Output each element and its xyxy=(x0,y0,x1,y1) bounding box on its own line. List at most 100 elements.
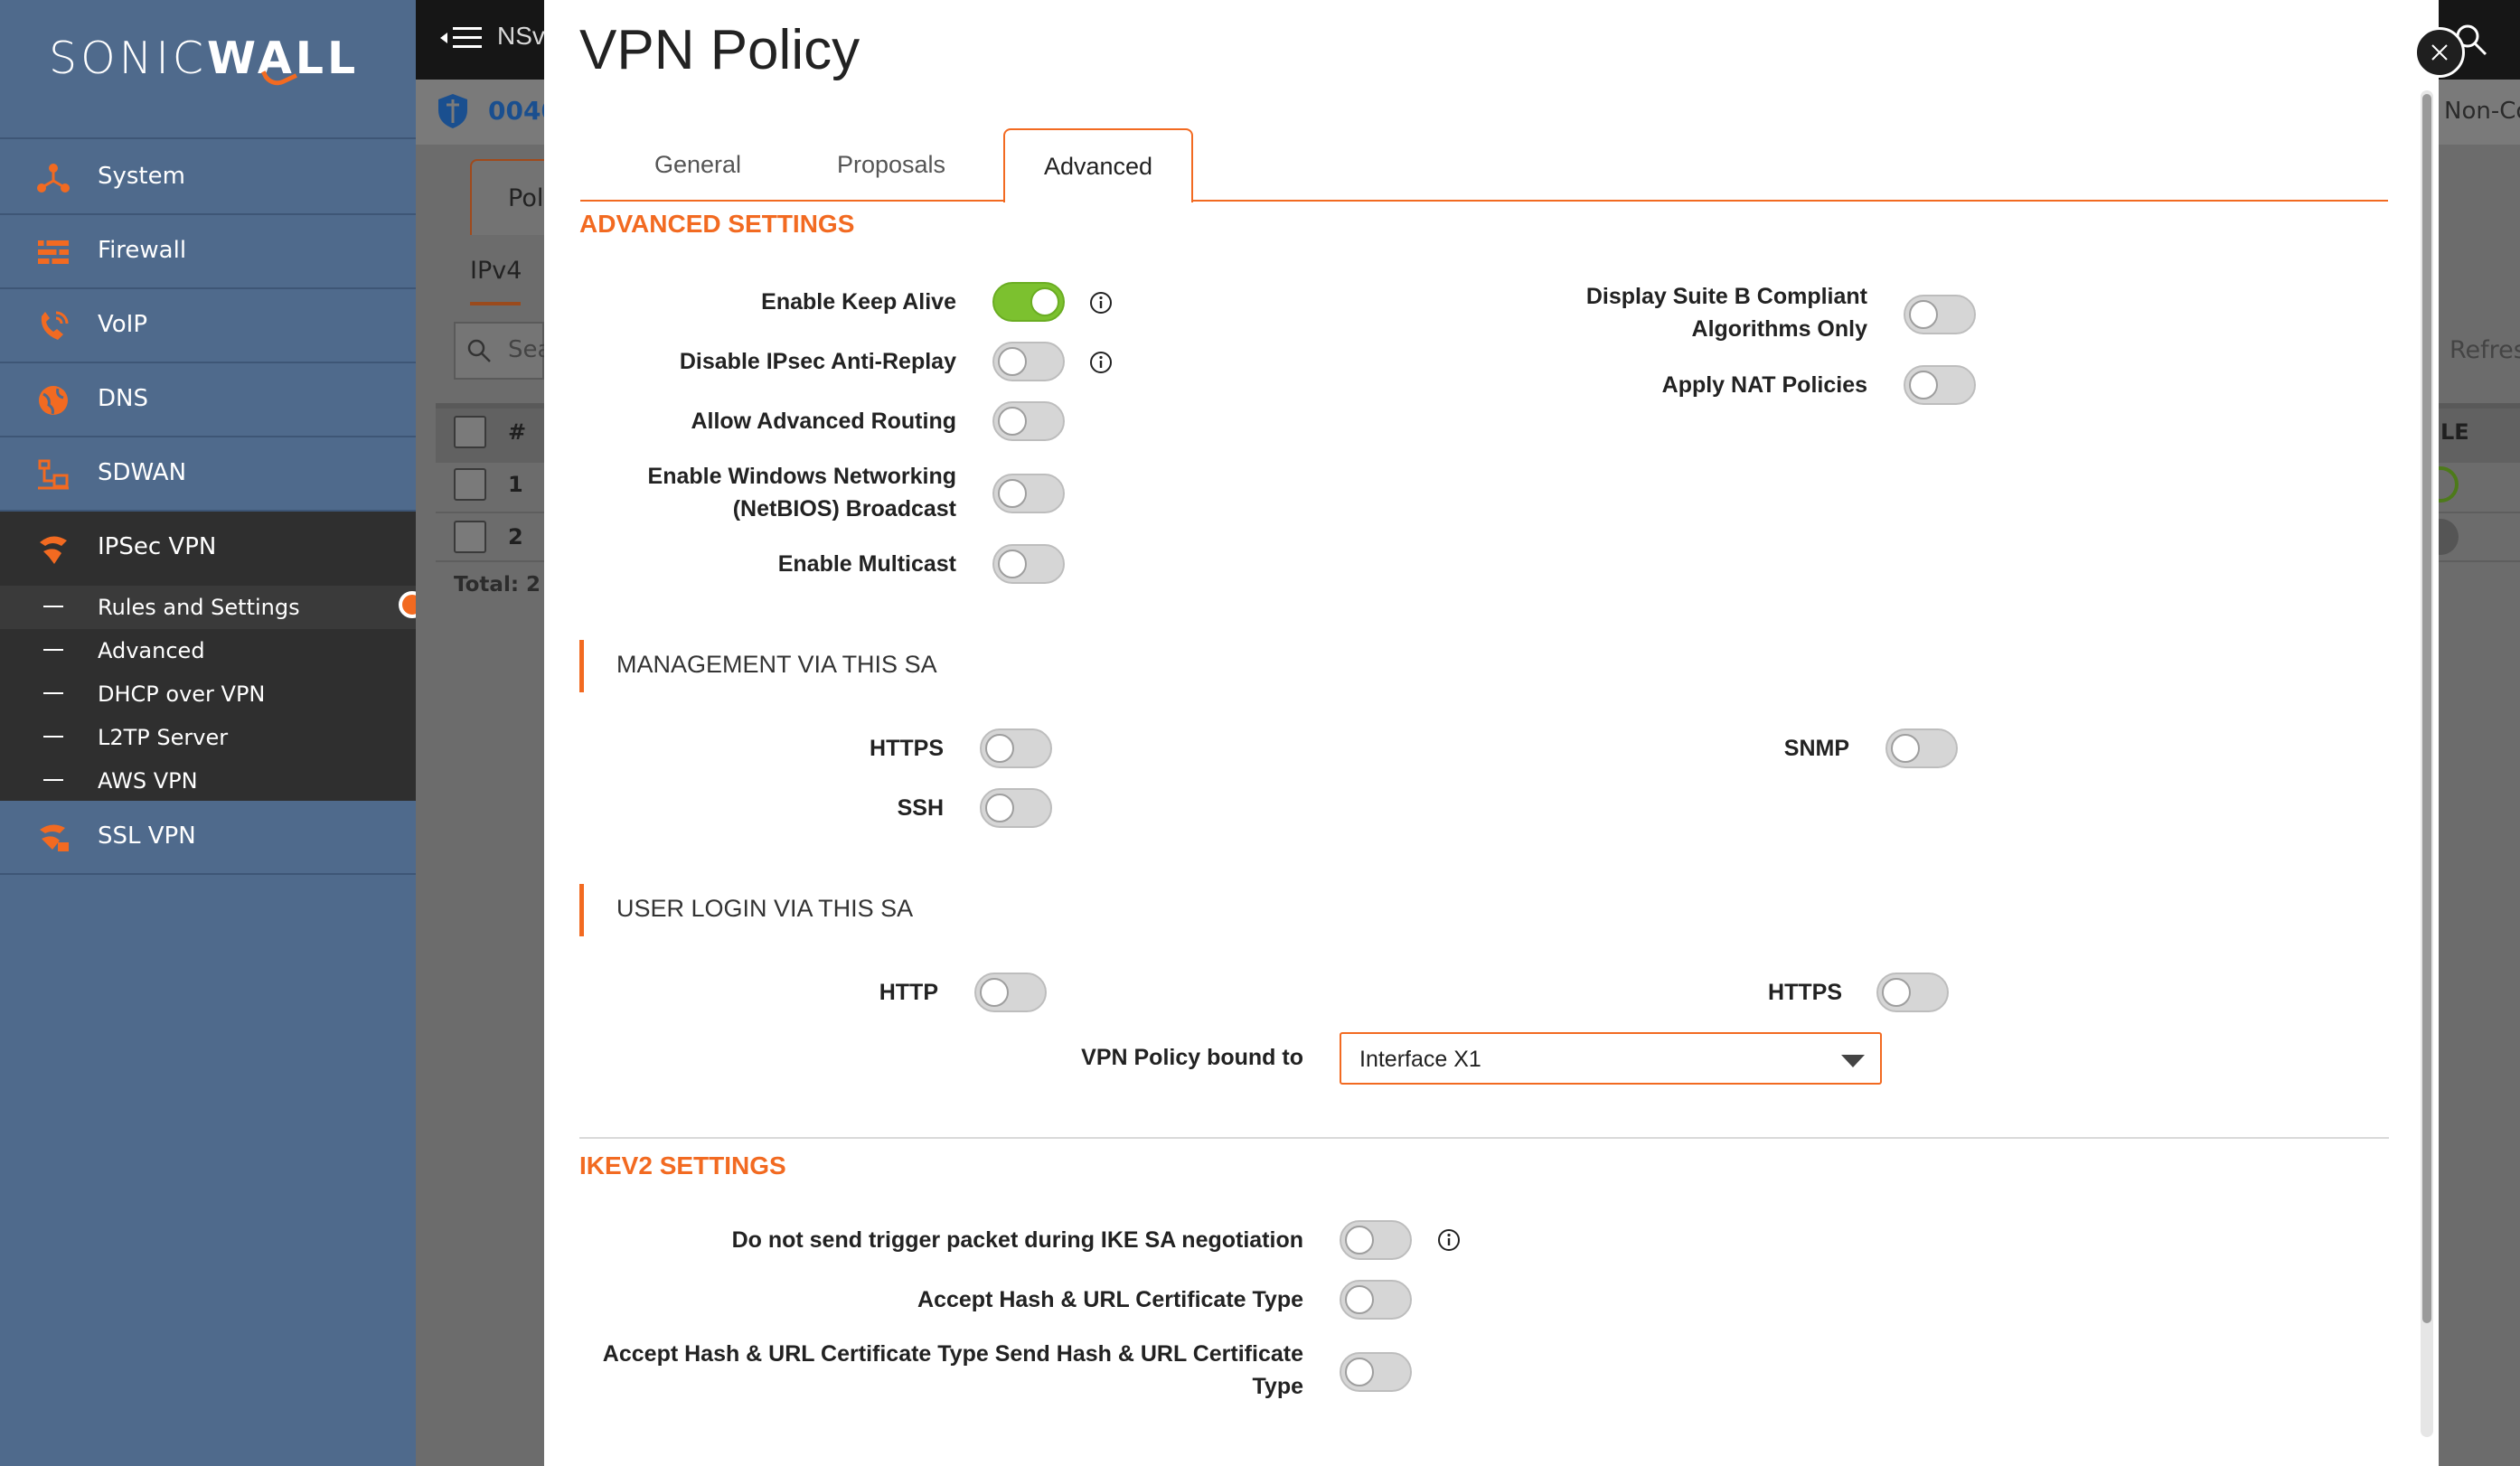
toggle-knob xyxy=(998,479,1027,508)
row-checkbox[interactable] xyxy=(454,521,486,553)
toggle-knob xyxy=(998,550,1027,578)
row-checkbox[interactable] xyxy=(454,468,486,501)
management-snmp-toggle[interactable] xyxy=(1885,728,1958,768)
apply-nat-policies-label: Apply NAT Policies xyxy=(1661,372,1867,398)
dialog-scrollbar-thumb[interactable] xyxy=(2422,94,2431,1323)
toggle-knob xyxy=(1345,1226,1374,1255)
sidebar-item-firewall[interactable]: Firewall xyxy=(0,215,416,289)
enable-multicast-toggle[interactable] xyxy=(992,544,1065,584)
user-login-https-label: HTTPS xyxy=(1768,980,1842,1005)
vpn-policy-bound-value: Interface X1 xyxy=(1359,1047,1481,1072)
row-number: 1 xyxy=(508,472,523,497)
toggle-knob xyxy=(1891,734,1920,763)
send-hash-url-label: Accept Hash & URL Certificate Type Send … xyxy=(603,1338,1303,1403)
sidebar-item-label: IPSec VPN xyxy=(98,533,217,560)
suite-b-compliant-toggle[interactable] xyxy=(1904,295,1976,334)
menu-collapse-icon[interactable] xyxy=(438,23,484,52)
label-line: (NetBIOS) Broadcast xyxy=(732,496,956,522)
network-icon xyxy=(37,164,70,193)
chevron-down-icon xyxy=(1841,1055,1865,1067)
close-icon xyxy=(2431,44,2448,61)
enable-keep-alive-label: Enable Keep Alive xyxy=(761,289,956,315)
tab-advanced[interactable]: Advanced xyxy=(1003,128,1193,202)
tab-policies-label: Pol xyxy=(508,184,544,212)
send-hash-url-toggle[interactable] xyxy=(1340,1352,1412,1392)
sidebar-subitem-rules-and-settings[interactable]: Rules and Settings xyxy=(0,586,416,629)
user-login-https-toggle[interactable] xyxy=(1876,973,1949,1012)
sidebar-item-sdwan[interactable]: SDWAN xyxy=(0,437,416,512)
sidebar-item-label: DNS xyxy=(98,385,148,412)
accept-hash-url-toggle[interactable] xyxy=(1340,1280,1412,1320)
management-ssh-toggle[interactable] xyxy=(980,788,1052,828)
sidebar-item-system[interactable]: System xyxy=(0,141,416,215)
sidebar-item-voip[interactable]: VoIP xyxy=(0,289,416,363)
management-https-label: HTTPS xyxy=(870,736,944,761)
dash-icon xyxy=(43,692,63,694)
tab-general[interactable]: General xyxy=(633,128,763,201)
user-login-http-toggle[interactable] xyxy=(974,973,1047,1012)
no-trigger-packet-toggle[interactable] xyxy=(1340,1220,1412,1260)
sdwan-icon xyxy=(38,459,69,490)
label-line: Algorithms Only xyxy=(1691,316,1867,342)
tab-underline xyxy=(580,200,2388,202)
sidebar-subitem-aws-vpn[interactable]: AWS VPN xyxy=(0,759,416,803)
section-accent-bar xyxy=(579,884,584,936)
management-https-toggle[interactable] xyxy=(980,728,1052,768)
sidebar-item-ipsec-vpn[interactable]: IPSec VPN xyxy=(0,512,416,586)
enable-keep-alive-toggle[interactable] xyxy=(992,282,1065,322)
info-icon[interactable] xyxy=(1089,291,1113,315)
select-all-checkbox[interactable] xyxy=(454,416,486,448)
sidebar-item-label: System xyxy=(98,163,185,190)
label-line: Display Suite B Compliant xyxy=(1585,284,1867,309)
toggle-knob xyxy=(1909,371,1938,399)
label-line: Enable Windows Networking xyxy=(647,464,956,489)
close-button[interactable] xyxy=(2414,27,2465,78)
enable-multicast-label: Enable Multicast xyxy=(777,551,956,577)
dash-icon xyxy=(43,649,63,651)
no-trigger-packet-label: Do not send trigger packet during IKE SA… xyxy=(731,1227,1303,1253)
toggle-knob xyxy=(985,734,1014,763)
refresh-button[interactable]: Refres xyxy=(2449,336,2520,364)
allow-advanced-routing-toggle[interactable] xyxy=(992,401,1065,441)
sidebar-item-ssl-vpn[interactable]: SSL VPN xyxy=(0,801,416,875)
vpn-policy-bound-label: VPN Policy bound to xyxy=(1081,1045,1303,1070)
toggle-knob xyxy=(980,978,1009,1007)
disable-anti-replay-label: Disable IPsec Anti-Replay xyxy=(679,349,956,374)
brand-logo: SONICWALL xyxy=(0,0,416,139)
vpn-policy-bound-select[interactable]: Interface X1 xyxy=(1340,1032,1882,1085)
sidebar-subitem-label: DHCP over VPN xyxy=(98,681,266,707)
compliance-status: Non-Co xyxy=(2444,98,2520,125)
label-line: Type xyxy=(1252,1374,1304,1399)
management-snmp-label: SNMP xyxy=(1783,736,1849,761)
vpn-icon xyxy=(40,536,67,564)
subtab-underline xyxy=(470,302,521,305)
sidebar-subnav: Rules and Settings Advanced DHCP over VP… xyxy=(0,586,416,801)
toggle-knob xyxy=(1345,1285,1374,1314)
suite-b-compliant-label: Display Suite B Compliant Algorithms Onl… xyxy=(1586,280,1867,345)
dialog-title: VPN Policy xyxy=(579,19,860,81)
sidebar-subitem-label: Advanced xyxy=(98,638,205,663)
sidebar-subitem-label: AWS VPN xyxy=(98,768,198,794)
shield-icon xyxy=(438,94,467,128)
apply-nat-policies-toggle[interactable] xyxy=(1904,365,1976,405)
sidebar-subitem-label: L2TP Server xyxy=(98,725,229,750)
subtab-ipv4[interactable]: IPv4 xyxy=(470,257,522,285)
info-icon[interactable] xyxy=(1437,1228,1461,1252)
disable-anti-replay-toggle[interactable] xyxy=(992,342,1065,381)
sidebar-subitem-dhcp-over-vpn[interactable]: DHCP over VPN xyxy=(0,672,416,716)
ikev2-settings-title: IKEV2 SETTINGS xyxy=(579,1151,786,1179)
sidebar-item-dns[interactable]: DNS xyxy=(0,363,416,437)
netbios-broadcast-toggle[interactable] xyxy=(992,474,1065,513)
sidebar-item-label: SSL VPN xyxy=(98,822,196,850)
dash-icon xyxy=(43,736,63,738)
sidebar-item-label: Firewall xyxy=(98,237,187,264)
ssl-vpn-icon xyxy=(40,824,69,851)
sidebar-subitem-l2tp-server[interactable]: L2TP Server xyxy=(0,716,416,759)
firewall-icon xyxy=(38,240,69,264)
sidebar-subitem-advanced[interactable]: Advanced xyxy=(0,629,416,672)
sidebar-item-label: VoIP xyxy=(98,311,148,338)
tab-proposals[interactable]: Proposals xyxy=(819,128,964,201)
phone-icon xyxy=(41,311,69,340)
info-icon[interactable] xyxy=(1089,351,1113,374)
toggle-knob xyxy=(985,794,1014,822)
